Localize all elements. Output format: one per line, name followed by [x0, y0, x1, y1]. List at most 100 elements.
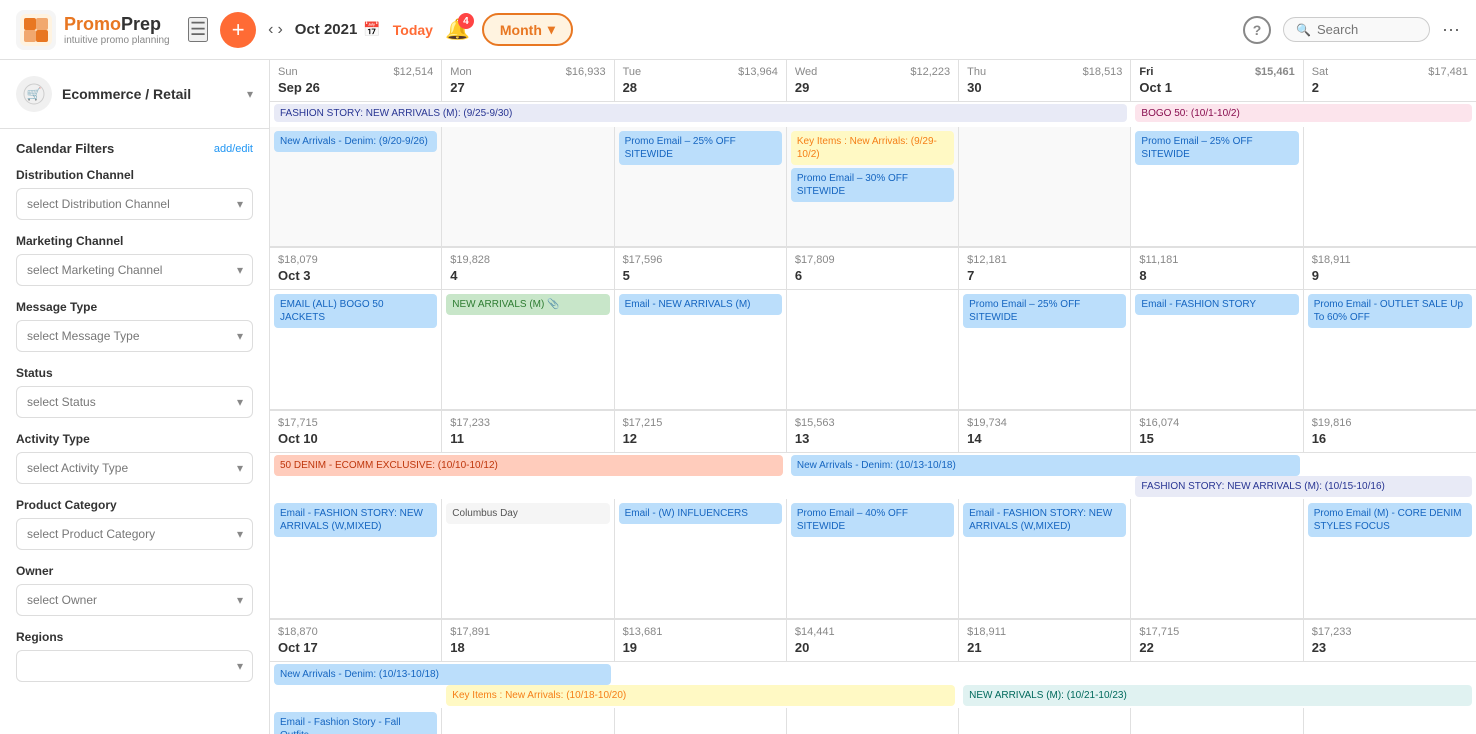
more-options-button[interactable]: ··· — [1442, 19, 1460, 40]
span-event[interactable]: BOGO 50: (10/1-10/2) — [1135, 104, 1472, 122]
add-edit-link[interactable]: add/edit — [214, 143, 253, 155]
notification-button[interactable]: 🔔 4 — [445, 17, 470, 42]
hamburger-button[interactable]: ☰ — [188, 17, 208, 42]
logo-subtitle: intuitive promo planning — [64, 35, 170, 46]
day-cell — [787, 708, 959, 734]
event[interactable]: New Arrivals - Denim: (9/20-9/26) — [274, 131, 437, 152]
next-button[interactable]: › — [277, 21, 282, 39]
event[interactable]: Promo Email (M) - CORE DENIM STYLES FOCU… — [1308, 503, 1472, 537]
add-button[interactable]: + — [220, 12, 256, 48]
event[interactable]: Promo Email – 25% OFF SITEWIDE — [1135, 131, 1298, 165]
day-header: $17,891 18 — [442, 620, 614, 662]
day-cell — [1131, 499, 1303, 619]
filter-label-owner: Owner — [16, 564, 253, 578]
event[interactable]: Email - FASHION STORY — [1135, 294, 1298, 315]
search-input[interactable] — [1317, 22, 1417, 37]
calendar-area: Sun$12,514 Sep 26 Mon$16,933 27 Tue$13,9… — [270, 60, 1476, 734]
message-type-select[interactable]: select Message Type — [16, 320, 253, 352]
span-event[interactable]: NEW ARRIVALS (M): (10/21-10/23) — [963, 685, 1472, 706]
day-header: $19,828 4 — [442, 248, 614, 290]
chevron-down-icon: ▾ — [548, 21, 555, 38]
calendar-icon[interactable]: 📅 — [363, 21, 380, 38]
week-cells-2: EMAIL (ALL) BOGO 50 JACKETS NEW ARRIVALS… — [270, 290, 1476, 410]
event[interactable]: Promo Email – 25% OFF SITEWIDE — [963, 294, 1126, 328]
product-category-wrapper: select Product Category — [16, 518, 253, 550]
day-cell: Email - Fashion Story - Fall Outfits — [270, 708, 442, 734]
event[interactable]: Email - Fashion Story - Fall Outfits — [274, 712, 437, 734]
event[interactable]: EMAIL (ALL) BOGO 50 JACKETS — [274, 294, 437, 328]
logo-area: PromoPrep intuitive promo planning — [16, 10, 176, 50]
activity-type-wrapper: select Activity Type — [16, 452, 253, 484]
day-header: $15,563 13 — [787, 411, 959, 453]
today-button[interactable]: Today — [393, 22, 433, 38]
span-event[interactable]: New Arrivals - Denim: (10/13-10/18) — [791, 455, 1300, 476]
day-cell: NEW ARRIVALS (M) 📎 — [442, 290, 614, 410]
day-cell — [442, 708, 614, 734]
day-cell: Promo Email – 25% OFF SITEWIDE — [615, 127, 787, 247]
status-select[interactable]: select Status — [16, 386, 253, 418]
span-event[interactable]: FASHION STORY: NEW ARRIVALS (M): (10/15-… — [1135, 476, 1472, 497]
sidebar-title: Ecommerce / Retail — [62, 86, 237, 102]
sidebar-header: 🛒 Ecommerce / Retail ▾ — [0, 60, 269, 129]
day-header-tue: Tue$13,964 28 — [615, 60, 787, 102]
regions-select[interactable] — [16, 650, 253, 682]
week-cells-3: Email - FASHION STORY: NEW ARRIVALS (W,M… — [270, 499, 1476, 619]
day-header: $17,715 22 — [1131, 620, 1303, 662]
week-header-2: $18,079 Oct 3 $19,828 4 $17,596 5 $17,80… — [270, 248, 1476, 290]
day-header: $13,681 19 — [615, 620, 787, 662]
span-event[interactable]: 50 DENIM - ECOMM EXCLUSIVE: (10/10-10/12… — [274, 455, 783, 476]
activity-type-select[interactable]: select Activity Type — [16, 452, 253, 484]
search-box: 🔍 — [1283, 17, 1430, 42]
event[interactable]: Promo Email – 30% OFF SITEWIDE — [791, 168, 954, 202]
event[interactable]: Promo Email – 40% OFF SITEWIDE — [791, 503, 954, 537]
filter-label-product: Product Category — [16, 498, 253, 512]
sidebar: 🛒 Ecommerce / Retail ▾ Calendar Filters … — [0, 60, 270, 734]
filter-marketing-channel: Marketing Channel select Marketing Chann… — [16, 234, 253, 286]
filter-label-distribution: Distribution Channel — [16, 168, 253, 182]
week-block-4: $18,870 Oct 17 $17,891 18 $13,681 19 $14… — [270, 620, 1476, 734]
status-wrapper: select Status — [16, 386, 253, 418]
event[interactable]: Email - NEW ARRIVALS (M) — [619, 294, 782, 315]
event[interactable]: Promo Email - OUTLET SALE Up To 60% OFF — [1308, 294, 1472, 328]
filters-header: Calendar Filters add/edit — [16, 141, 253, 156]
span-event-cell[interactable]: Key Items : New Arrivals: (9/29-10/2) — [791, 131, 954, 165]
day-header: $11,181 8 — [1131, 248, 1303, 290]
event[interactable]: Email - FASHION STORY: NEW ARRIVALS (W,M… — [963, 503, 1126, 537]
day-header-fri: Fri$15,461 Oct 1 — [1131, 60, 1303, 102]
search-icon: 🔍 — [1296, 23, 1311, 37]
marketing-channel-select[interactable]: select Marketing Channel — [16, 254, 253, 286]
day-header-wed: Wed$12,223 29 — [787, 60, 959, 102]
event[interactable]: Email - FASHION STORY: NEW ARRIVALS (W,M… — [274, 503, 437, 537]
span-event[interactable]: New Arrivals - Denim: (10/13-10/18) — [274, 664, 611, 685]
svg-text:🛒: 🛒 — [27, 87, 42, 101]
filters-title: Calendar Filters — [16, 141, 114, 156]
sidebar-chevron-icon[interactable]: ▾ — [247, 87, 253, 101]
regions-wrapper — [16, 650, 253, 682]
day-header: $17,233 11 — [442, 411, 614, 453]
day-header: $12,181 7 — [959, 248, 1131, 290]
day-header: $18,911 9 — [1304, 248, 1476, 290]
filter-activity-type: Activity Type select Activity Type — [16, 432, 253, 484]
filters-section: Calendar Filters add/edit Distribution C… — [0, 129, 269, 708]
week-header-3: $17,715 Oct 10 $17,233 11 $17,215 12 $15… — [270, 411, 1476, 453]
event[interactable]: Promo Email – 25% OFF SITEWIDE — [619, 131, 782, 165]
day-cell: Promo Email – 40% OFF SITEWIDE — [787, 499, 959, 619]
event[interactable]: NEW ARRIVALS (M) 📎 — [446, 294, 609, 315]
day-cell — [615, 708, 787, 734]
logo-text: PromoPrep intuitive promo planning — [64, 14, 170, 46]
product-category-select[interactable]: select Product Category — [16, 518, 253, 550]
week-block-1: Sun$12,514 Sep 26 Mon$16,933 27 Tue$13,9… — [270, 60, 1476, 248]
distribution-channel-select[interactable]: select Distribution Channel — [16, 188, 253, 220]
span-event[interactable]: Key Items : New Arrivals: (10/18-10/20) — [446, 685, 955, 706]
span-event[interactable]: FASHION STORY: NEW ARRIVALS (M): (9/25-9… — [274, 104, 1127, 122]
top-nav: PromoPrep intuitive promo planning ☰ + ‹… — [0, 0, 1476, 60]
filter-label-marketing: Marketing Channel — [16, 234, 253, 248]
month-view-button[interactable]: Month ▾ — [482, 13, 573, 46]
help-button[interactable]: ? — [1243, 16, 1271, 44]
event[interactable]: Email - (W) INFLUENCERS — [619, 503, 782, 524]
event[interactable]: Columbus Day — [446, 503, 609, 524]
day-header: $17,809 6 — [787, 248, 959, 290]
day-header: $17,233 23 — [1304, 620, 1476, 662]
prev-button[interactable]: ‹ — [268, 21, 273, 39]
owner-select[interactable]: select Owner — [16, 584, 253, 616]
